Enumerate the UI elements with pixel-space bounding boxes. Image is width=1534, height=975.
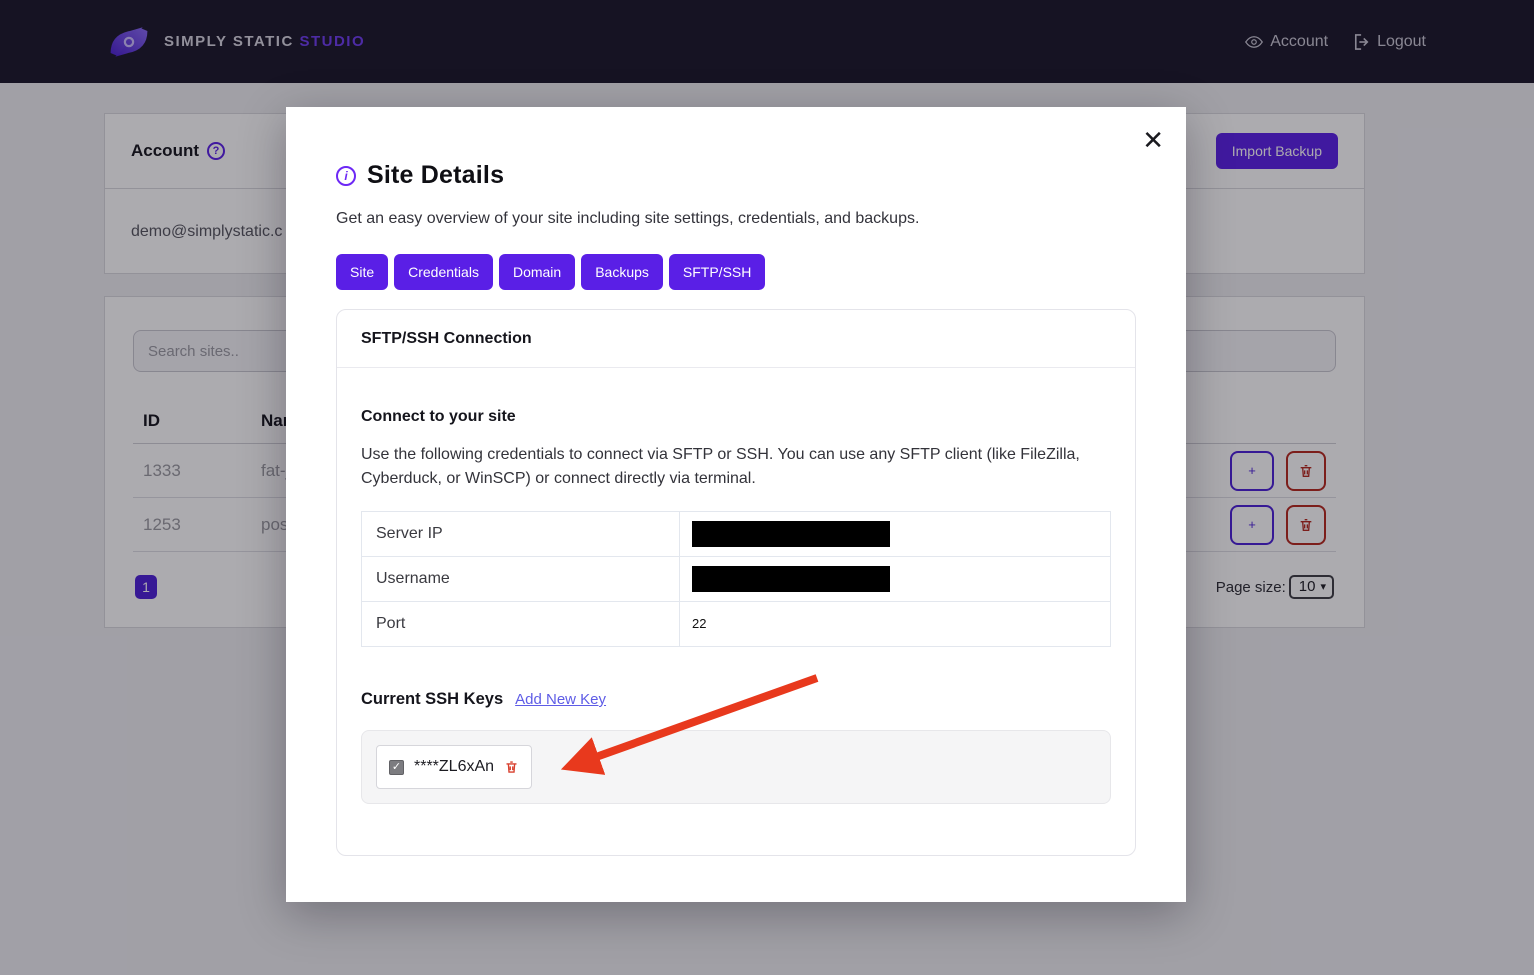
ssh-key-checkbox[interactable]: ✓ (389, 759, 404, 775)
connect-heading: Connect to your site (361, 408, 516, 425)
username-redacted-value (692, 566, 890, 592)
tab-credentials[interactable]: Credentials (394, 254, 493, 290)
delete-key-button[interactable] (504, 759, 519, 775)
connection-card-header: SFTP/SSH Connection (337, 310, 1135, 368)
credentials-table: Server IP Username Port 22 (361, 511, 1111, 647)
site-details-modal: ✕ i Site Details Get an easy overview of… (286, 107, 1186, 902)
info-icon: i (336, 165, 356, 186)
tab-domain[interactable]: Domain (498, 254, 576, 290)
ssh-keys-heading: Current SSH Keys (361, 690, 504, 708)
port-value: 22 (692, 616, 707, 631)
close-icon[interactable]: ✕ (1142, 127, 1164, 153)
modal-body: i Site Details Get an easy overview of y… (286, 107, 1186, 856)
app-screen: SIMPLY STATIC STUDIO Account Logout Acco… (0, 0, 1534, 975)
port-row: Port 22 (361, 601, 1111, 647)
tab-sftp-ssh[interactable]: SFTP/SSH (668, 254, 766, 290)
server-ip-label: Server IP (361, 511, 680, 557)
tab-site[interactable]: Site (336, 254, 389, 290)
ssh-key-item: ✓ ****ZL6xAn (376, 745, 533, 789)
modal-description: Get an easy overview of your site includ… (336, 210, 920, 227)
server-ip-redacted-value (692, 521, 890, 547)
add-new-key-link[interactable]: Add New Key (515, 691, 606, 708)
ssh-keys-panel: ✓ ****ZL6xAn (361, 730, 1111, 804)
ssh-key-label: ****ZL6xAn (414, 758, 495, 775)
username-label: Username (361, 556, 680, 602)
sftp-ssh-connection-card: SFTP/SSH Connection Connect to your site… (336, 309, 1136, 856)
modal-tabs: Site Credentials Domain Backups SFTP/SSH (336, 254, 1136, 290)
port-label: Port (361, 601, 680, 647)
modal-title-row: i Site Details (336, 161, 1136, 190)
ssh-keys-heading-row: Current SSH Keys Add New Key (361, 690, 1111, 709)
tab-backups[interactable]: Backups (581, 254, 663, 290)
username-row: Username (361, 556, 1111, 602)
modal-title: Site Details (367, 161, 505, 189)
trash-icon (506, 761, 517, 773)
server-ip-row: Server IP (361, 511, 1111, 557)
connection-card-body: Connect to your site Use the following c… (337, 408, 1135, 804)
connect-description: Use the following credentials to connect… (361, 446, 1080, 487)
